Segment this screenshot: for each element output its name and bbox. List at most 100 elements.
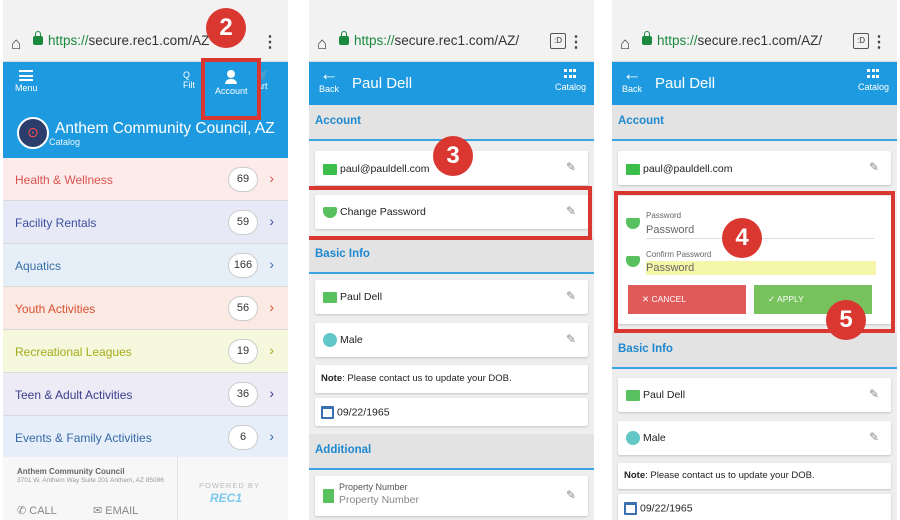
footer-org-name: Anthem Community Council [17, 467, 125, 476]
email-row[interactable]: paul@pauldell.com ✎ [618, 151, 891, 185]
dob-note: Note: Please contact us to update your D… [315, 365, 588, 393]
category-count-badge: 36 [228, 382, 258, 407]
category-label: Teen & Adult Activities [15, 388, 133, 402]
edit-pencil-icon[interactable]: ✎ [566, 488, 576, 502]
category-count-badge: 56 [228, 296, 258, 321]
url-text[interactable]: https://secure.rec1.com/AZ/ [354, 33, 519, 48]
page-title: Paul Dell [352, 75, 413, 92]
more-menu-icon[interactable]: ⋮ [262, 32, 278, 52]
chevron-right-icon: › [269, 385, 274, 401]
contact-icon [626, 389, 640, 401]
lock-icon [642, 31, 652, 45]
filter-button[interactable]: Q Filt [183, 70, 195, 90]
chevron-right-icon: › [269, 342, 274, 358]
gender-row[interactable]: Male ✎ [315, 323, 588, 357]
category-row[interactable]: Teen & Adult Activities 36 › [3, 373, 288, 416]
phone-account-screen: ⌂ https://secure.rec1.com/AZ/ :D ⋮ ← Back… [309, 0, 594, 520]
face-icon [323, 333, 337, 347]
category-count-badge: 19 [228, 339, 258, 364]
dob-row: 09/22/1965 [618, 494, 891, 520]
chevron-right-icon: › [269, 299, 274, 315]
section-basic-info: Basic Info [612, 333, 897, 369]
app-header: ← Back Paul Dell Catalog [612, 62, 897, 105]
step-4-badge: 4 [722, 218, 762, 258]
menu-button[interactable]: Menu [15, 70, 38, 93]
category-row[interactable]: Recreational Leagues 19 › [3, 330, 288, 373]
bike-logo-icon: ⊙ [17, 117, 49, 149]
chevron-right-icon: › [269, 428, 274, 444]
edit-pencil-icon[interactable]: ✎ [869, 160, 879, 174]
page-title: Paul Dell [655, 75, 716, 92]
category-list: Health & Wellness 69 › Facility Rentals 59 › A… [3, 158, 288, 459]
powered-by: POWERED BY [199, 481, 260, 490]
category-label: Events & Family Activities [15, 431, 152, 445]
back-arrow-icon: ← [622, 64, 642, 85]
property-number-row[interactable]: Property Number Property Number ✎ [315, 476, 588, 516]
dob-row: 09/22/1965 [315, 398, 588, 426]
category-label: Aquatics [15, 259, 62, 273]
edit-pencil-icon[interactable]: ✎ [566, 332, 576, 346]
mail-icon [626, 163, 640, 175]
lock-icon [339, 31, 349, 45]
grid-icon [867, 69, 880, 79]
name-row[interactable]: Paul Dell ✎ [618, 378, 891, 412]
step-5-badge: 5 [826, 300, 866, 340]
lock-icon [33, 31, 43, 45]
tabs-icon[interactable]: :D [853, 33, 869, 49]
chevron-right-icon: › [269, 170, 274, 186]
chevron-right-icon: › [269, 213, 274, 229]
chevron-right-icon: › [269, 256, 274, 272]
category-row[interactable]: Aquatics 166 › [3, 244, 288, 287]
gender-row[interactable]: Male ✎ [618, 421, 891, 455]
browser-url-bar: ⌂ https://secure.rec1.com/AZ/ :D ⋮ [612, 0, 897, 62]
contact-icon [323, 291, 337, 303]
edit-pencil-icon[interactable]: ✎ [566, 160, 576, 174]
edit-pencil-icon[interactable]: ✎ [566, 289, 576, 303]
phone-password-screen: ⌂ https://secure.rec1.com/AZ/ :D ⋮ ← Back… [612, 0, 897, 520]
step-2-badge: 2 [206, 8, 246, 48]
catalog-button[interactable]: Catalog [858, 69, 889, 92]
category-label: Recreational Leagues [15, 345, 132, 359]
section-additional: Additional [309, 434, 594, 470]
email-link[interactable]: ✉ EMAIL [93, 504, 138, 517]
more-menu-icon[interactable]: ⋮ [568, 32, 584, 52]
envelope-icon: ✉ [93, 505, 103, 517]
category-row[interactable]: Events & Family Activities 6 › [3, 416, 288, 459]
more-menu-icon[interactable]: ⋮ [871, 32, 887, 52]
back-button[interactable]: ← Back [622, 64, 642, 94]
browser-url-bar: ⌂ https://secure.rec1.com/AZ/ :D ⋮ [309, 0, 594, 62]
change-password-highlight-box [309, 186, 592, 240]
phone-icon: ✆ [17, 505, 27, 517]
section-basic-info: Basic Info [309, 238, 594, 274]
edit-pencil-icon[interactable]: ✎ [869, 387, 879, 401]
category-row[interactable]: Youth Activities 56 › [3, 287, 288, 330]
catalog-button[interactable]: Catalog [555, 69, 586, 92]
back-button[interactable]: ← Back [319, 64, 339, 94]
home-icon[interactable]: ⌂ [620, 34, 630, 54]
category-count-badge: 69 [228, 167, 258, 192]
home-icon[interactable]: ⌂ [317, 34, 327, 54]
url-text[interactable]: https://secure.rec1.com/AZ [48, 33, 209, 48]
category-row[interactable]: Health & Wellness 69 › [3, 158, 288, 201]
section-account: Account [612, 105, 897, 141]
tabs-icon[interactable]: :D [550, 33, 566, 49]
hamburger-icon [19, 70, 34, 81]
category-row[interactable]: Facility Rentals 59 › [3, 201, 288, 244]
edit-pencil-icon[interactable]: ✎ [869, 430, 879, 444]
app-header: ← Back Paul Dell Catalog [309, 62, 594, 105]
mail-icon [323, 163, 337, 175]
org-name: Anthem Community Council, AZ [55, 119, 275, 137]
name-row[interactable]: Paul Dell ✎ [315, 280, 588, 314]
url-text[interactable]: https://secure.rec1.com/AZ/ [657, 33, 822, 48]
calendar-icon [624, 502, 637, 515]
phone-catalog-screen: ⌂ https://secure.rec1.com/AZ ⋮ Menu Q Fil… [3, 0, 288, 520]
call-link[interactable]: ✆ CALL [17, 504, 57, 517]
org-header: ⊙ Anthem Community Council, AZ Catalog [17, 117, 275, 149]
document-icon [323, 489, 334, 503]
step-3-badge: 3 [433, 136, 473, 176]
footer-divider [177, 457, 178, 520]
home-icon[interactable]: ⌂ [11, 34, 21, 54]
dob-note: Note: Please contact us to update your D… [618, 463, 891, 489]
back-arrow-icon: ← [319, 64, 339, 85]
face-icon [626, 431, 640, 445]
